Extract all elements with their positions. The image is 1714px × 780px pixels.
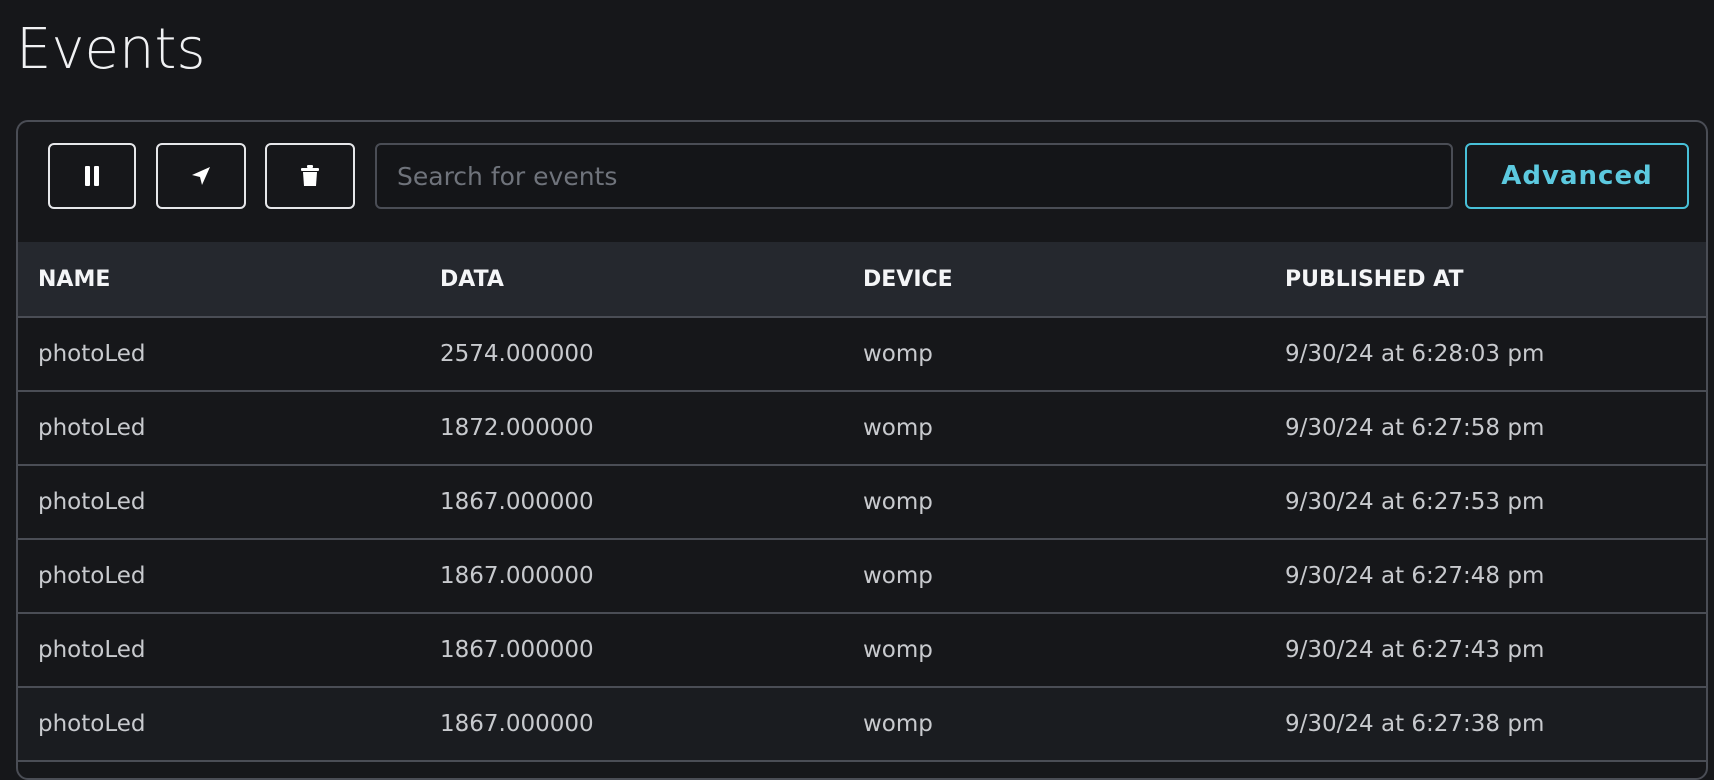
table-row[interactable]: photoLed 1872.000000 womp 9/30/24 at 6:2… <box>18 391 1706 466</box>
events-toolbar: Advanced <box>18 122 1706 242</box>
events-panel: Advanced NAME DATA DEVICE PUBLISHED AT p… <box>16 120 1708 780</box>
table-row[interactable]: photoLed 2574.000000 womp 9/30/24 at 6:2… <box>18 317 1706 392</box>
table-row[interactable]: photoLed 1867.000000 womp 9/30/24 at 6:2… <box>18 539 1706 614</box>
events-table: NAME DATA DEVICE PUBLISHED AT photoLed 2… <box>18 242 1706 762</box>
column-header-device[interactable]: DEVICE <box>843 242 1265 318</box>
column-header-published-at[interactable]: PUBLISHED AT <box>1265 242 1706 318</box>
event-published-cell: 9/30/24 at 6:27:53 pm <box>1265 465 1706 540</box>
send-arrow-icon <box>191 166 211 186</box>
table-row[interactable]: photoLed 1867.000000 womp 9/30/24 at 6:2… <box>18 465 1706 540</box>
event-data-cell: 1867.000000 <box>420 465 843 540</box>
publish-event-button[interactable] <box>156 143 246 209</box>
event-published-cell: 9/30/24 at 6:27:38 pm <box>1265 687 1706 762</box>
event-name-cell: photoLed <box>18 613 420 688</box>
event-name-cell: photoLed <box>18 539 420 614</box>
event-device-cell: womp <box>843 465 1265 540</box>
event-name-cell: photoLed <box>18 687 420 762</box>
event-device-cell: womp <box>843 687 1265 762</box>
event-published-cell: 9/30/24 at 6:27:48 pm <box>1265 539 1706 614</box>
advanced-button[interactable]: Advanced <box>1465 143 1689 209</box>
trash-icon <box>301 165 319 187</box>
event-data-cell: 2574.000000 <box>420 317 843 392</box>
event-published-cell: 9/30/24 at 6:27:58 pm <box>1265 391 1706 466</box>
pause-button[interactable] <box>48 143 136 209</box>
event-device-cell: womp <box>843 539 1265 614</box>
event-device-cell: womp <box>843 613 1265 688</box>
column-header-data[interactable]: DATA <box>420 242 843 318</box>
event-device-cell: womp <box>843 317 1265 392</box>
page-title: Events <box>16 17 206 82</box>
event-name-cell: photoLed <box>18 317 420 392</box>
event-name-cell: photoLed <box>18 465 420 540</box>
event-published-cell: 9/30/24 at 6:28:03 pm <box>1265 317 1706 392</box>
event-data-cell: 1867.000000 <box>420 613 843 688</box>
event-device-cell: womp <box>843 391 1265 466</box>
table-row[interactable]: photoLed 1867.000000 womp 9/30/24 at 6:2… <box>18 687 1706 762</box>
event-published-cell: 9/30/24 at 6:27:43 pm <box>1265 613 1706 688</box>
event-data-cell: 1867.000000 <box>420 687 843 762</box>
clear-events-button[interactable] <box>265 143 355 209</box>
event-data-cell: 1867.000000 <box>420 539 843 614</box>
event-data-cell: 1872.000000 <box>420 391 843 466</box>
event-name-cell: photoLed <box>18 391 420 466</box>
table-header-row: NAME DATA DEVICE PUBLISHED AT <box>18 242 1706 318</box>
table-row[interactable]: photoLed 1867.000000 womp 9/30/24 at 6:2… <box>18 613 1706 688</box>
search-input[interactable] <box>375 143 1453 209</box>
column-header-name[interactable]: NAME <box>18 242 420 318</box>
pause-icon <box>84 165 100 187</box>
